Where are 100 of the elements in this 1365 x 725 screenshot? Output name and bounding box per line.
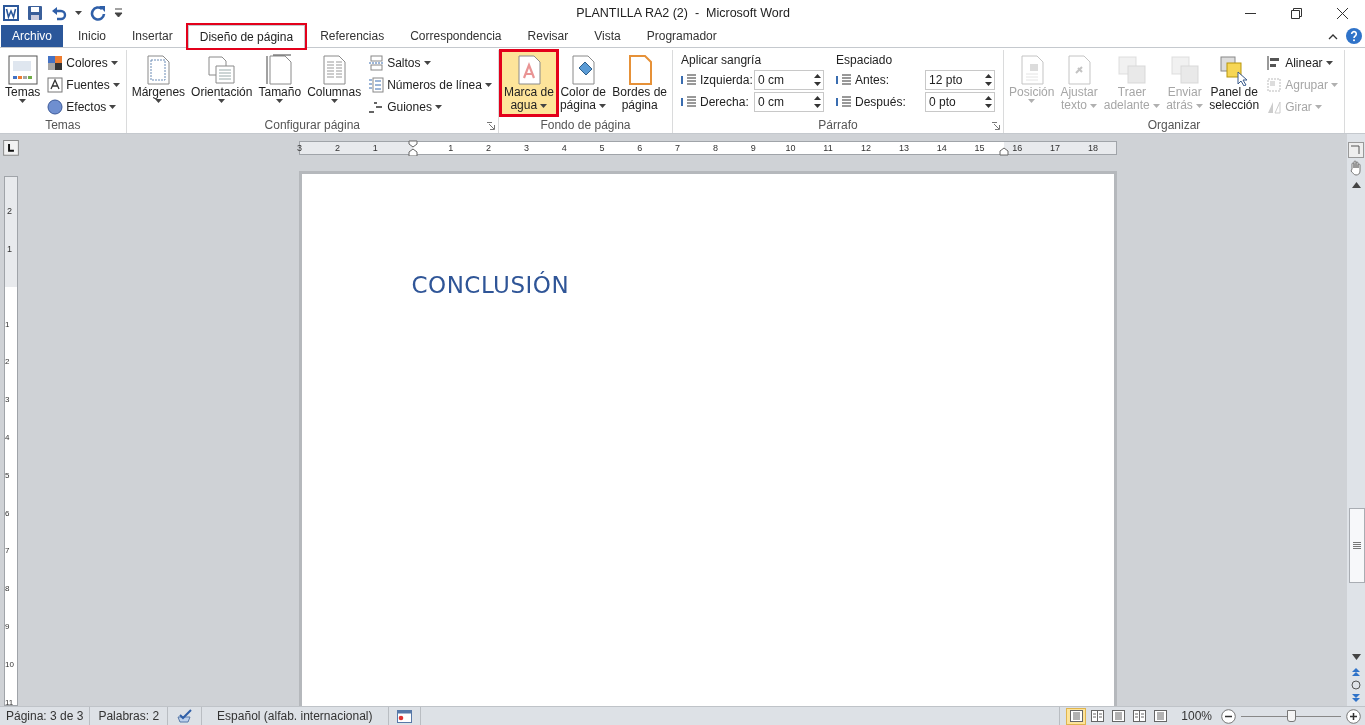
ruler-number: 3	[297, 142, 303, 155]
ribbon-button[interactable]: Bordes de página	[609, 51, 671, 115]
section-heading: Espaciado	[836, 52, 894, 69]
ribbon-tab[interactable]: Programador	[635, 25, 728, 47]
zoom-level[interactable]: 100%	[1181, 707, 1212, 725]
ribbon-tab[interactable]: Diseño de página	[187, 25, 306, 48]
ribbon-small-button[interactable]: Efectos	[47, 97, 120, 116]
layers-icon	[1168, 54, 1201, 86]
zoom-in-icon[interactable]	[1346, 708, 1361, 724]
view-icon	[1132, 710, 1146, 722]
macro-record-icon[interactable]	[396, 709, 412, 723]
view-mode-button[interactable]	[1066, 707, 1087, 725]
ruler-number: 1	[448, 142, 454, 155]
effects-icon	[47, 98, 64, 115]
ribbon-small-button[interactable]: Alinear	[1266, 53, 1338, 72]
ribbon-button[interactable]: Marca de agua	[500, 51, 557, 115]
pages-icon	[205, 54, 238, 86]
ribbon-button[interactable]: Temas	[2, 51, 44, 115]
hand-icon[interactable]	[1349, 160, 1363, 176]
ribbon-small-button[interactable]: Fuentes	[47, 75, 120, 94]
caret-icon	[19, 99, 27, 103]
ribbon-button[interactable]: Orientación	[188, 51, 256, 115]
ruler-number: 16	[1012, 142, 1023, 155]
group-label: Párrafo	[818, 116, 858, 134]
scroll-down-icon[interactable]	[1351, 654, 1361, 660]
ribbon-button[interactable]: Tamaño	[255, 51, 305, 115]
page-count[interactable]: Página: 3 de 3	[0, 707, 91, 725]
caret-icon	[540, 103, 548, 108]
indent-marker-icon[interactable]	[998, 146, 1009, 156]
ribbon-small-button[interactable]: Colores	[47, 53, 120, 72]
ruler-number: 7	[5, 546, 10, 557]
word-logo-icon[interactable]	[3, 5, 19, 21]
word-count[interactable]: Palabras: 2	[90, 707, 169, 725]
minimize-icon	[1244, 12, 1256, 14]
undo-icon[interactable]	[51, 5, 67, 21]
grip-icon	[1353, 542, 1361, 549]
ruler-number: 1	[372, 142, 378, 155]
dialog-launcher-icon[interactable]	[992, 122, 1001, 130]
vertical-scrollbar[interactable]	[1347, 134, 1365, 706]
caret-icon	[1090, 103, 1098, 108]
spin-arrows-icon	[985, 96, 993, 108]
tab-selector-icon[interactable]	[3, 140, 19, 156]
file-tab[interactable]: Archivo	[1, 25, 63, 47]
group-label: Organizar	[1147, 116, 1201, 134]
ribbon-button[interactable]: Panel de selección	[1206, 51, 1263, 115]
ribbon-tab[interactable]: Vista	[583, 25, 632, 47]
browse-object-icon[interactable]	[1351, 680, 1361, 690]
caret-icon	[110, 60, 118, 65]
caret-icon	[1153, 103, 1161, 108]
ruler-number: 9	[5, 621, 10, 632]
save-icon[interactable]	[27, 5, 43, 21]
spin-arrows-icon	[985, 74, 993, 86]
ruler-number: 3	[523, 142, 529, 155]
section-heading: Aplicar sangría	[681, 52, 763, 69]
previous-page-icon[interactable]	[1352, 668, 1360, 676]
color-swatch-icon	[47, 54, 64, 71]
proofing-check-icon[interactable]	[176, 709, 194, 723]
ribbon-small-button[interactable]: Saltos	[368, 53, 492, 72]
layers-icon	[1115, 54, 1148, 86]
caret-icon	[276, 99, 284, 103]
spin-field[interactable]: 0 pto	[925, 92, 996, 112]
redo-icon[interactable]	[90, 5, 106, 21]
scroll-up-icon[interactable]	[1351, 182, 1361, 188]
help-icon[interactable]	[1346, 28, 1362, 44]
ruler-number: 5	[5, 470, 10, 481]
ribbon-button[interactable]: Columnas	[304, 51, 365, 115]
ribbon-tab[interactable]: Inicio	[67, 25, 118, 47]
indent-marker-icon[interactable]	[407, 140, 418, 156]
customize-toolbar-icon[interactable]	[114, 8, 123, 18]
zoom-out-icon[interactable]	[1221, 708, 1236, 724]
ribbon-small-button[interactable]: Guiones	[368, 97, 492, 116]
dialog-launcher-icon[interactable]	[486, 122, 495, 130]
next-page-icon[interactable]	[1352, 694, 1360, 702]
collapse-ribbon-icon[interactable]	[1328, 32, 1338, 40]
ribbon-button[interactable]: Color de página	[556, 51, 610, 115]
ruler-number: 8	[5, 584, 10, 595]
group-label: Fondo de página	[540, 116, 631, 134]
line-numbers-icon	[368, 76, 385, 93]
ribbon-tab[interactable]: Insertar	[121, 25, 184, 47]
ruler-number: 6	[5, 508, 10, 519]
zoom-slider-thumb[interactable]	[1287, 710, 1296, 722]
ribbon-tab[interactable]: Referencias	[309, 25, 396, 47]
ribbon-small-button[interactable]: Números de línea	[368, 75, 492, 94]
language-indicator[interactable]: Español (alfab. internacional)	[202, 707, 389, 725]
ribbon-tab[interactable]: Revisar	[516, 25, 580, 47]
spin-field[interactable]: 0 cm	[754, 92, 825, 112]
caret-icon	[1330, 82, 1338, 87]
spin-arrows-icon	[814, 96, 822, 108]
ruler-number: 3	[5, 395, 10, 406]
group-label: Temas	[45, 116, 81, 134]
spin-field[interactable]: 12 pto	[925, 70, 996, 90]
scrollbar-thumb[interactable]	[1349, 508, 1365, 583]
ribbon-button[interactable]: Márgenes	[128, 51, 189, 115]
ruler-number: 11	[823, 142, 833, 155]
ruler-number: 1	[5, 319, 10, 330]
ribbon-tab[interactable]: Correspondencia	[399, 25, 513, 47]
ruler-number: 10	[5, 659, 14, 670]
spin-field[interactable]: 0 cm	[754, 70, 825, 90]
caret-icon	[423, 60, 431, 65]
spacing-icon	[836, 73, 853, 87]
